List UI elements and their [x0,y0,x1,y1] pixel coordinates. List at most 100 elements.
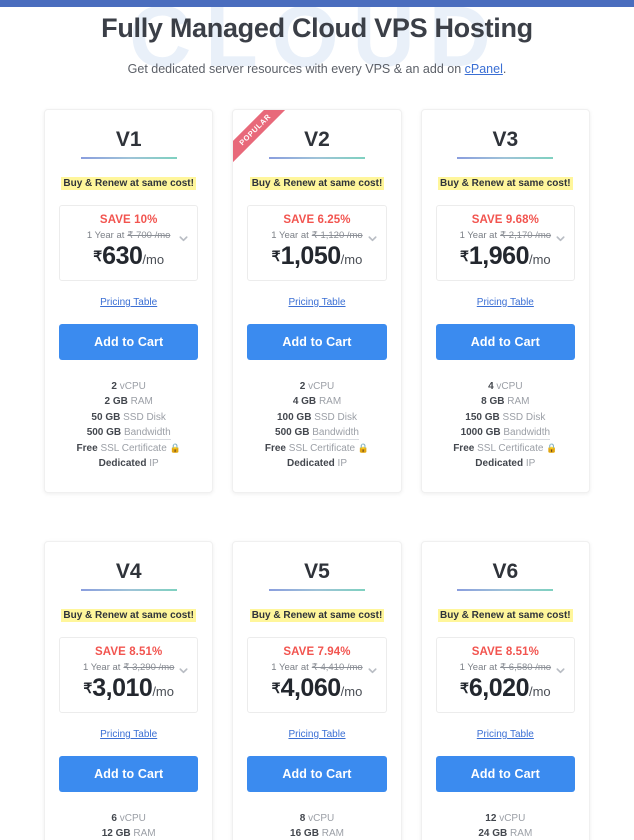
price-amount: 1,050 [280,241,342,270]
chevron-down-icon[interactable] [178,233,189,244]
page-subtitle: Get dedicated server resources with ever… [0,62,634,76]
add-to-cart-button[interactable]: Add to Cart [247,755,387,792]
spec-row: 50 GB SSD Disk [59,410,198,426]
add-to-cart-button[interactable]: Add to Cart [435,323,575,360]
spec-label: vCPU [119,812,146,824]
plan-name: V3 [492,127,519,151]
term-prefix: 1 Year at [82,661,121,673]
spec-label: RAM [318,396,342,408]
spec-value: 1000 GB [460,427,501,439]
add-to-cart-button[interactable]: Add to Cart [247,323,387,360]
plan-name: V5 [304,559,330,583]
spec-row: 2 vCPU [247,379,386,395]
add-to-cart-button[interactable]: Add to Cart [59,755,199,792]
old-price-line: 1 Year at ₹ 2,170 /mo [443,230,568,241]
rupee-symbol: ₹ [83,679,93,696]
pricing-table-link[interactable]: Pricing Table [100,729,157,740]
plan-name-underline [457,156,554,159]
subtitle-text-before: Get dedicated server resources with ever… [127,61,465,76]
plan-card: V4 Buy & Renew at same cost! SAVE 8.51% 1 Y… [44,540,214,840]
price-period: /mo [142,251,165,267]
cpanel-link[interactable]: cPanel [465,62,503,76]
price-box[interactable]: SAVE 8.51% 1 Year at ₹ 6,580 /mo ₹6,020/mo [435,636,575,713]
spec-row: 6 vCPU [59,811,198,827]
plan-name-underline [268,588,365,591]
renew-note-text: Buy & Renew at same cost! [249,176,385,190]
pricing-table-link[interactable]: Pricing Table [288,729,345,740]
spec-row: 500 GB Bandwidth [59,425,198,441]
pricing-table-link-wrap: Pricing Table [247,292,386,310]
plan-name-underline [268,156,365,159]
old-price: ₹ 4,410 /mo [311,661,363,673]
pricing-table-link-wrap: Pricing Table [59,292,198,310]
lock-icon: 🔒 [357,442,370,453]
price-box[interactable]: SAVE 7.94% 1 Year at ₹ 4,410 /mo ₹4,060/mo [247,636,387,713]
pricing-table-link[interactable]: Pricing Table [477,297,534,308]
spec-label: vCPU [119,380,146,392]
spec-label: SSL Certificate [288,442,356,454]
plan-name: V2 [304,127,330,151]
pricing-page: CLOUD Fully Managed Cloud VPS Hosting Ge… [0,0,634,840]
rupee-symbol: ₹ [93,247,103,264]
price-box[interactable]: SAVE 9.68% 1 Year at ₹ 2,170 /mo ₹1,960/mo [435,204,575,281]
renew-note: Buy & Renew at same cost! [59,605,198,623]
renew-note: Buy & Renew at same cost! [436,605,575,623]
current-price: ₹630/mo [66,242,191,271]
term-prefix: 1 Year at [86,229,125,241]
spec-label: RAM [133,828,156,840]
save-badge: SAVE 6.25% [283,213,351,226]
renew-note: Buy & Renew at same cost! [59,173,198,191]
pricing-table-link[interactable]: Pricing Table [477,729,534,740]
spec-row: 16 GB RAM [247,826,386,840]
spec-row: 100 GB SSD Disk [247,410,386,426]
price-box[interactable]: SAVE 10% 1 Year at ₹ 700 /mo ₹630/mo [59,204,199,281]
chevron-down-icon[interactable] [367,233,378,244]
add-to-cart-button[interactable]: Add to Cart [435,755,575,792]
old-price-line: 1 Year at ₹ 700 /mo [66,230,191,241]
plan-name-underline [80,156,177,159]
lock-icon: 🔒 [546,442,558,453]
chevron-down-icon[interactable] [555,233,566,244]
spec-list: 6 vCPU12 GB RAM200 GB SSD Disk1000 GB Ba… [59,811,198,840]
spec-value: Dedicated [98,458,147,470]
price-period: /mo [528,251,551,267]
spec-list: 2 vCPU 2 GB RAM 50 GB SSD Disk 500 GB Bandw… [59,379,198,472]
current-price: ₹3,010/mo [66,674,191,703]
plan-name: V4 [115,559,142,583]
plan-grid: V1 Buy & Renew at same cost! SAVE 10% 1 Yea… [0,108,634,840]
chevron-down-icon[interactable] [555,665,566,676]
subtitle-text-after: . [502,61,507,76]
spec-row: 2 vCPU [59,379,198,395]
add-to-cart-button[interactable]: Add to Cart [59,323,199,360]
spec-row: Free SSL Certificate 🔒 [247,441,386,457]
pricing-table-link[interactable]: Pricing Table [100,297,157,308]
rupee-symbol: ₹ [459,679,469,696]
pricing-table-link[interactable]: Pricing Table [288,297,345,308]
save-badge: SAVE 8.51% [95,645,163,658]
spec-label: IP [337,458,347,470]
page-title: Fully Managed Cloud VPS Hosting [101,13,533,43]
pricing-table-link-wrap: Pricing Table [247,724,386,742]
price-box[interactable]: SAVE 6.25% 1 Year at ₹ 1,120 /mo ₹1,050/mo [247,204,387,281]
chevron-down-icon[interactable] [367,665,378,676]
spec-label: vCPU [496,380,523,392]
price-box[interactable]: SAVE 8.51% 1 Year at ₹ 3,290 /mo ₹3,010/mo [59,636,199,713]
plan-card: V1 Buy & Renew at same cost! SAVE 10% 1 Yea… [44,108,214,493]
chevron-down-icon[interactable] [178,665,189,676]
plan-name-underline [457,588,554,591]
spec-row: 4 GB RAM [247,394,386,410]
spec-row: Dedicated IP [247,456,386,472]
current-price: ₹1,960/mo [443,242,568,271]
spec-value: 4 GB [292,396,317,408]
spec-label: SSD Disk [502,411,546,423]
spec-label: RAM [507,396,530,408]
pricing-table-link-wrap: Pricing Table [436,292,575,310]
spec-list: 12 vCPU24 GB RAM300 GB SSD Disk2000 GB B… [436,811,575,840]
current-price: ₹1,050/mo [254,242,379,271]
plan-card: V6 Buy & Renew at same cost! SAVE 8.51% 1 Y… [420,540,590,840]
spec-label: vCPU [499,812,526,824]
price-period: /mo [528,683,551,699]
spec-list: 2 vCPU 4 GB RAM 100 GB SSD Disk 500 GB Band… [247,379,386,472]
lock-icon: 🔒 [169,442,181,453]
old-price-line: 1 Year at ₹ 6,580 /mo [443,662,568,673]
